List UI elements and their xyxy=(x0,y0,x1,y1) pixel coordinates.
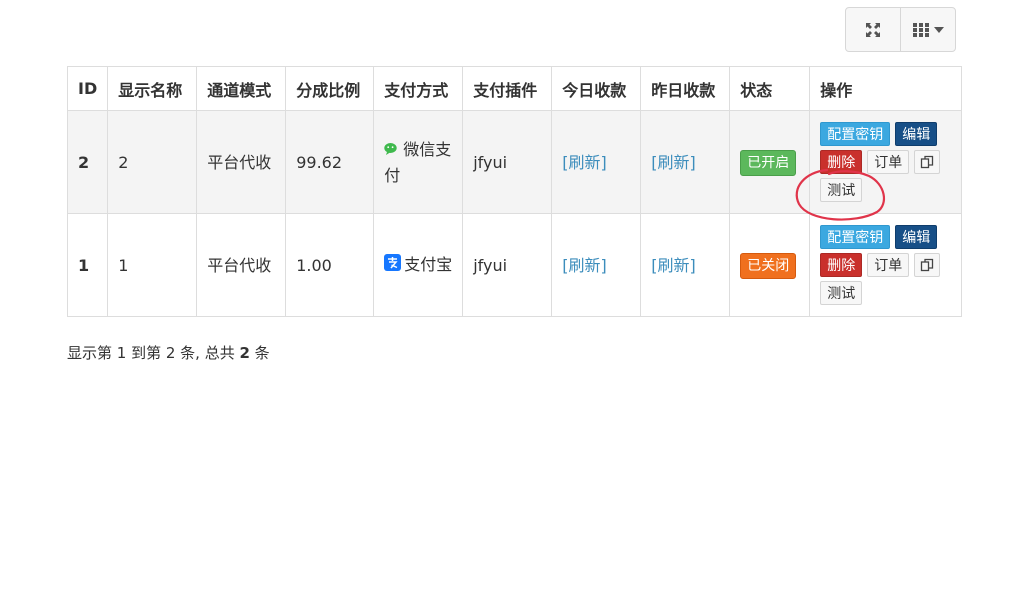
cell-status: 已开启 xyxy=(729,110,811,214)
cell-ratio: 1.00 xyxy=(285,213,375,317)
column-header-today[interactable]: 今日收款 xyxy=(551,66,642,111)
orders-button[interactable]: 订单 xyxy=(867,150,910,174)
refresh-yesterday-link[interactable]: [刷新] xyxy=(651,153,696,172)
pay-method-label: 支付宝 xyxy=(404,255,453,274)
test-button[interactable]: 测试 xyxy=(820,281,863,305)
column-header-mode[interactable]: 通道模式 xyxy=(196,66,287,111)
cell-id: 2 xyxy=(66,110,109,214)
config-key-button[interactable]: 配置密钥 xyxy=(820,122,891,146)
grid-columns-icon xyxy=(913,22,929,37)
edit-button[interactable]: 编辑 xyxy=(895,122,938,146)
cell-today: [刷新] xyxy=(551,213,642,317)
status-badge[interactable]: 已关闭 xyxy=(740,252,797,279)
copy-icon xyxy=(921,258,934,272)
refresh-yesterday-link[interactable]: [刷新] xyxy=(651,256,696,275)
column-header-plugin[interactable]: 支付插件 xyxy=(462,66,553,111)
cell-id: 1 xyxy=(66,213,109,317)
orders-button[interactable]: 订单 xyxy=(867,253,910,277)
copy-button[interactable] xyxy=(914,253,941,277)
cell-actions: 配置密钥 编辑 删除 订单 测试 xyxy=(809,110,963,214)
wechat-icon xyxy=(384,138,400,163)
cell-mode: 平台代收 xyxy=(196,110,287,214)
copy-button[interactable] xyxy=(914,150,941,174)
column-header-status[interactable]: 状态 xyxy=(729,66,811,111)
cell-yesterday: [刷新] xyxy=(640,110,731,214)
column-header-ratio[interactable]: 分成比例 xyxy=(285,66,375,111)
cell-plugin: jfyui xyxy=(462,110,553,214)
column-header-pay-method[interactable]: 支付方式 xyxy=(373,66,464,111)
cell-actions: 配置密钥 编辑 删除 订单 测试 xyxy=(809,213,963,317)
delete-button[interactable]: 删除 xyxy=(820,150,863,174)
alipay-icon xyxy=(384,253,402,278)
cell-pay-method: 微信支付 xyxy=(373,110,464,214)
table-toolbar xyxy=(845,7,956,52)
cell-plugin: jfyui xyxy=(462,213,553,317)
channel-table: ID 显示名称 通道模式 分成比例 支付方式 支付插件 今日收款 昨日收款 状态… xyxy=(66,66,963,317)
cell-name: 1 xyxy=(107,213,198,317)
pagination-prefix: 显示第 1 到第 2 条, 总共 xyxy=(67,344,240,362)
edit-button[interactable]: 编辑 xyxy=(895,225,938,249)
cell-ratio: 99.62 xyxy=(285,110,375,214)
caret-down-icon xyxy=(934,26,944,33)
fullscreen-button[interactable] xyxy=(846,8,900,51)
test-button[interactable]: 测试 xyxy=(820,178,863,202)
cell-today: [刷新] xyxy=(551,110,642,214)
table-header-row: ID 显示名称 通道模式 分成比例 支付方式 支付插件 今日收款 昨日收款 状态… xyxy=(66,66,963,111)
refresh-today-link[interactable]: [刷新] xyxy=(562,256,607,275)
cell-status: 已关闭 xyxy=(729,213,811,317)
column-header-name[interactable]: 显示名称 xyxy=(107,66,198,111)
cell-mode: 平台代收 xyxy=(196,213,287,317)
cell-yesterday: [刷新] xyxy=(640,213,731,317)
table-row: 1 1 平台代收 1.00 支付宝 jfyui [刷新] [刷新] 已关闭 配置 xyxy=(66,213,963,317)
pagination-suffix: 条 xyxy=(249,344,270,362)
fullscreen-icon xyxy=(866,22,880,37)
column-header-yesterday[interactable]: 昨日收款 xyxy=(640,66,731,111)
refresh-today-link[interactable]: [刷新] xyxy=(562,153,607,172)
table-row: 2 2 平台代收 99.62 微信支付 jfyui [刷新] [刷新] 已开启 xyxy=(66,110,963,214)
copy-icon xyxy=(921,155,934,169)
status-badge[interactable]: 已开启 xyxy=(740,149,797,176)
column-header-actions: 操作 xyxy=(809,66,963,111)
pagination-total: 2 xyxy=(239,344,250,362)
config-key-button[interactable]: 配置密钥 xyxy=(820,225,891,249)
column-header-id[interactable]: ID xyxy=(66,66,109,111)
cell-name: 2 xyxy=(107,110,198,214)
pagination-summary: 显示第 1 到第 2 条, 总共 2 条 xyxy=(67,342,270,363)
delete-button[interactable]: 删除 xyxy=(820,253,863,277)
columns-toggle-button[interactable] xyxy=(900,8,955,51)
cell-pay-method: 支付宝 xyxy=(373,213,464,317)
